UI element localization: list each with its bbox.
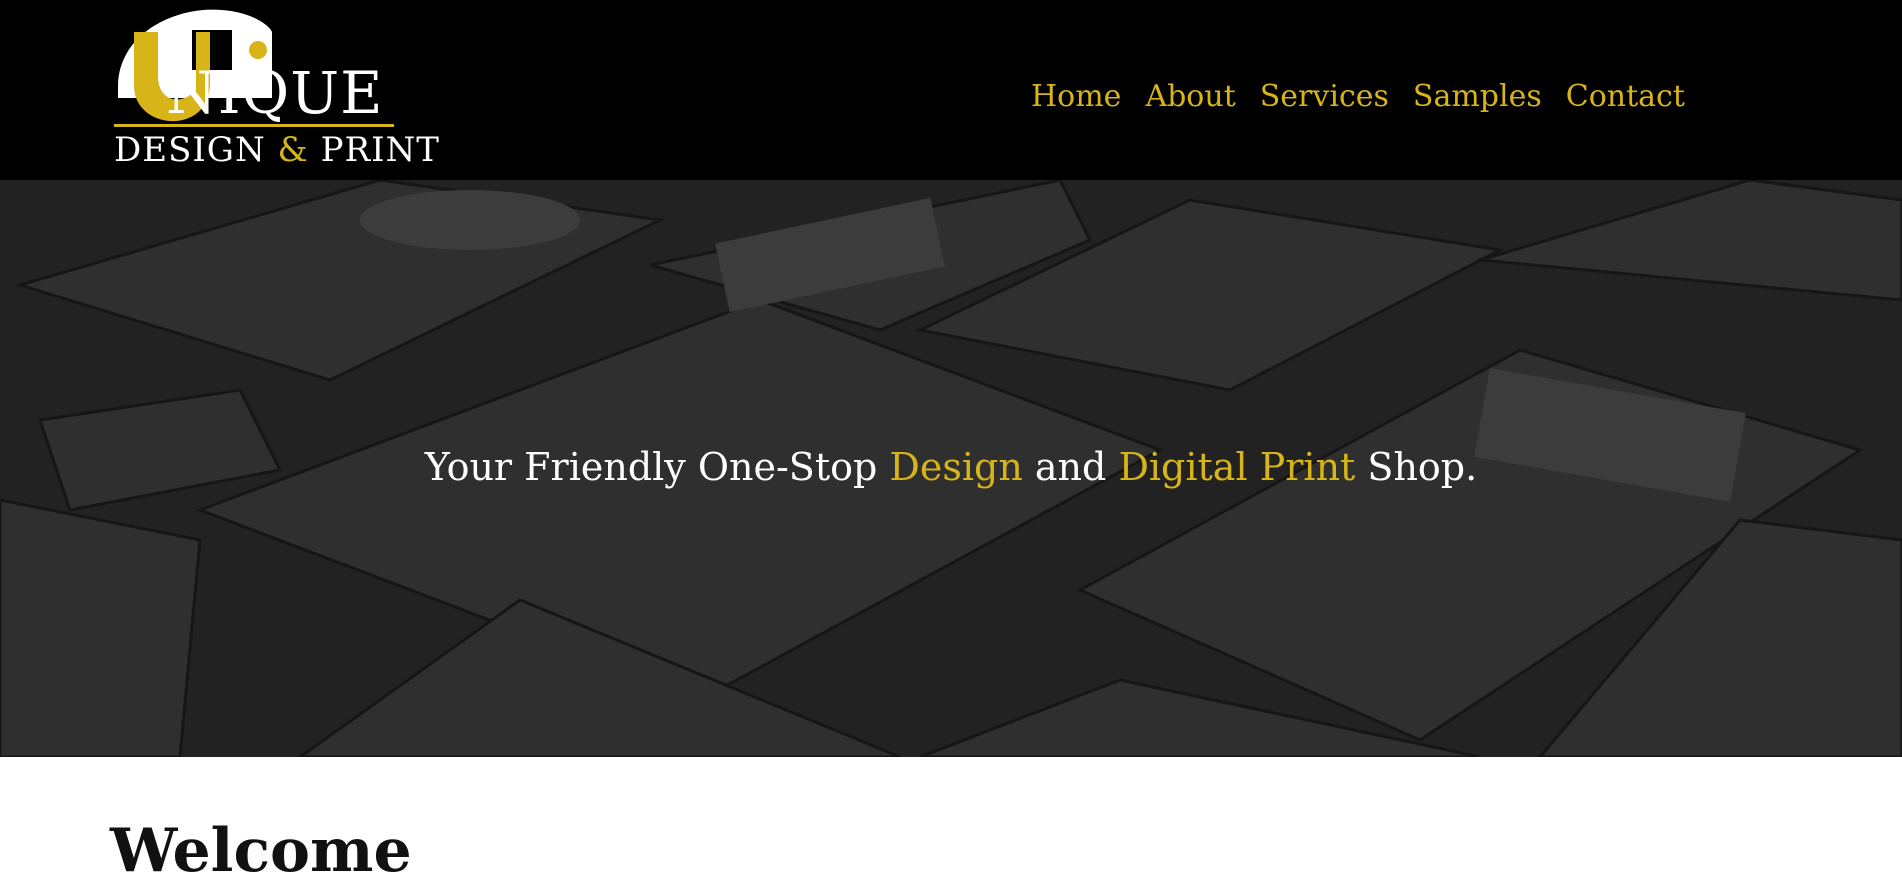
hero-tagline-digital-print: Digital Print — [1118, 445, 1356, 489]
main-content: Welcome — [0, 757, 1902, 881]
main-nav: Home About Services Samples Contact — [1031, 82, 1685, 112]
hero-tagline: Your Friendly One-Stop Design and Digita… — [0, 445, 1902, 489]
site-logo[interactable]: NIQUE DESIGN & PRINT — [112, 6, 439, 168]
hero-tagline-part3: Shop. — [1355, 445, 1478, 489]
nav-contact[interactable]: Contact — [1566, 82, 1685, 112]
nav-samples[interactable]: Samples — [1413, 82, 1542, 112]
logo-subtitle: DESIGN & PRINT — [114, 133, 440, 167]
logo-subtitle-design: DESIGN — [114, 130, 278, 170]
hero-tagline-part1: Your Friendly One-Stop — [424, 445, 890, 489]
site-header: NIQUE DESIGN & PRINT Home About Services… — [0, 0, 1902, 180]
nav-about[interactable]: About — [1145, 82, 1235, 112]
logo-ampersand: & — [277, 130, 309, 170]
logo-wordmark: NIQUE — [166, 59, 384, 127]
logo-subtitle-print: PRINT — [308, 130, 440, 170]
nav-home[interactable]: Home — [1031, 82, 1121, 112]
nav-services[interactable]: Services — [1260, 82, 1389, 112]
hero-tagline-design: Design — [889, 445, 1023, 489]
welcome-heading: Welcome — [110, 816, 412, 886]
hero-tagline-part2: and — [1022, 445, 1119, 489]
hero-banner: Your Friendly One-Stop Design and Digita… — [0, 180, 1902, 757]
